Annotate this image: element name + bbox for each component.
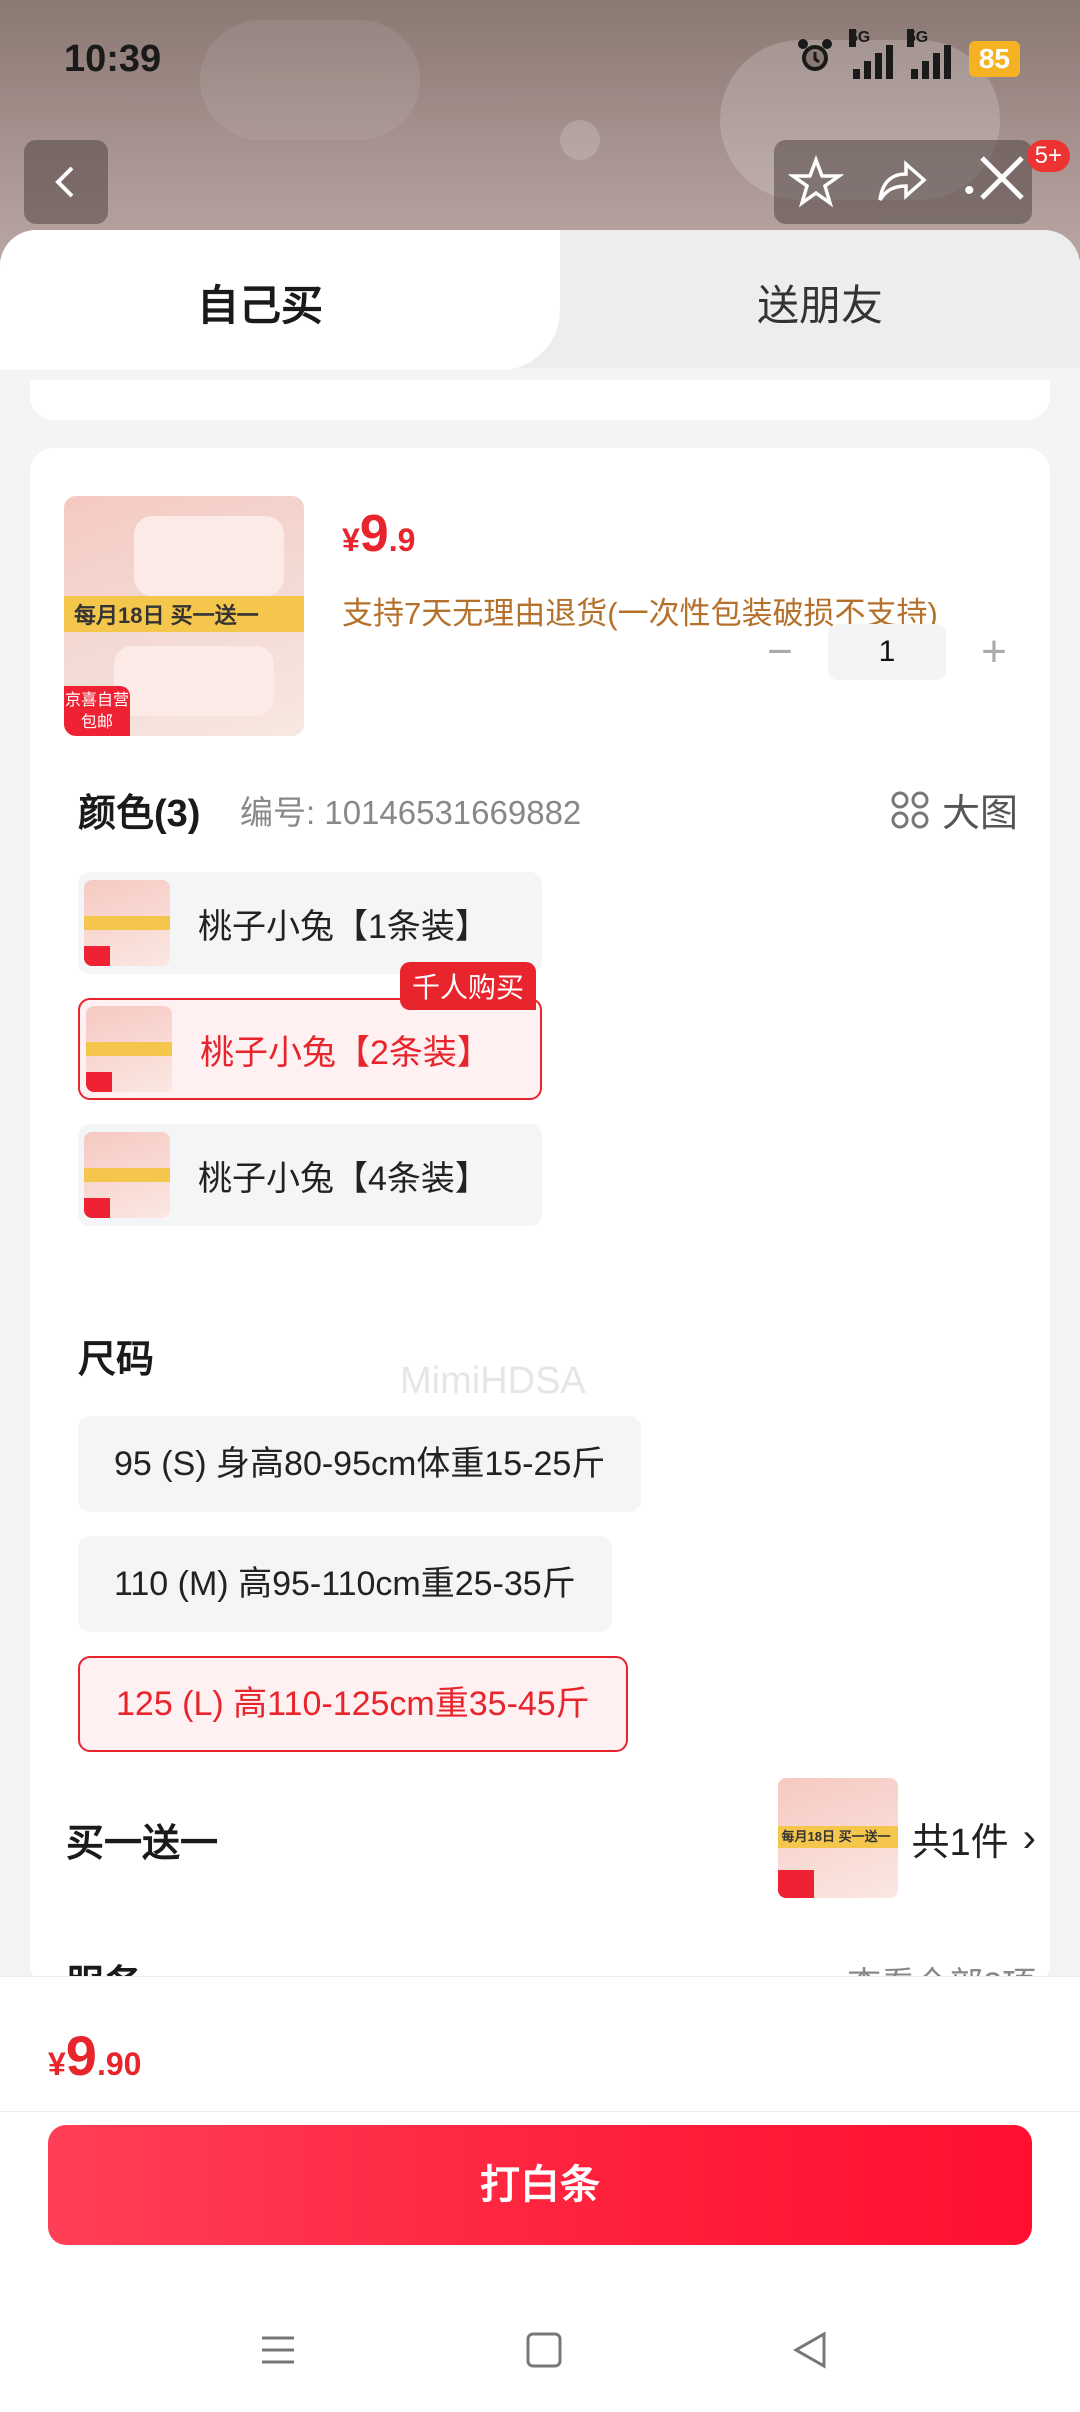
size-option-l[interactable]: 125 (L) 高110-125cm重35-45斤 [78, 1656, 628, 1752]
top-nav: • 5+ [0, 140, 1080, 230]
status-time: 10:39 [64, 38, 162, 80]
quantity-stepper: − 1 + [760, 624, 1014, 680]
option-thumbnail [84, 1132, 170, 1218]
close-icon[interactable] [972, 148, 1032, 213]
bogo-right: 每月18日 买一送一 共1件 › [777, 1778, 1036, 1898]
quantity-field[interactable]: 1 [828, 624, 946, 680]
option-label: 桃子小兔【1条装】 [198, 907, 489, 946]
gift-count: 共1件 [911, 1821, 1009, 1864]
address-strip [30, 380, 1050, 420]
tab-bar: 自己买 送朋友 [0, 230, 1080, 370]
color-title: 颜色(3) [78, 793, 201, 835]
chevron-right-icon: › [1022, 1815, 1036, 1860]
alarm-icon [795, 36, 835, 81]
color-option-1[interactable]: 桃子小兔【1条装】 [78, 872, 542, 974]
size-option-s[interactable]: 95 (S) 身高80-95cm体重15-25斤 [78, 1416, 642, 1512]
back-button[interactable] [24, 140, 108, 224]
tab-gift[interactable]: 送朋友 [560, 272, 1080, 333]
home-icon[interactable] [524, 2330, 564, 2375]
increase-button[interactable]: + [974, 627, 1014, 677]
share-icon[interactable] [874, 154, 930, 215]
grid-icon [891, 791, 929, 828]
star-icon[interactable] [787, 154, 845, 215]
menu-icon[interactable] [258, 2330, 298, 2375]
color-option-2[interactable]: 桃子小兔【2条装】 [78, 998, 542, 1100]
product-image[interactable]: 每月18日 买一送一 京喜自营 包邮 [64, 496, 304, 736]
system-navbar [0, 2290, 1080, 2410]
shipping-badge: 京喜自营 包邮 [64, 686, 130, 736]
signal-icon-2: 5G [906, 28, 951, 79]
product-card: 每月18日 买一送一 京喜自营 包邮 ¥9.9 支持7天无理由退货(一次性包装破… [30, 448, 1050, 1988]
option-label: 桃子小兔【4条装】 [198, 1159, 489, 1198]
unit-price: ¥9.9 [342, 505, 416, 563]
big-image-button[interactable]: 大图 [890, 782, 1018, 837]
sku-number: 编号: 10146531669882 [240, 794, 582, 831]
total-price: ¥9.90 [48, 2024, 142, 2087]
option-thumbnail [84, 880, 170, 966]
gift-thumbnail: 每月18日 买一送一 [777, 1778, 898, 1898]
option-thumbnail [86, 1006, 172, 1092]
promo-banner: 每月18日 买一送一 [64, 596, 304, 632]
bogo-row[interactable]: 买一送一 每月18日 买一送一 共1件 › [66, 1778, 1036, 1898]
size-title: 尺码 [78, 1339, 155, 1381]
signal-icon: 5G [848, 28, 893, 79]
battery-indicator: 85 [968, 40, 1020, 77]
back-nav-icon[interactable] [790, 2330, 830, 2375]
bogo-title: 买一送一 [66, 1823, 219, 1865]
status-icons: 5G 5G 85 [795, 28, 1020, 81]
option-label: 桃子小兔【2条装】 [200, 1033, 491, 1072]
size-option-m[interactable]: 110 (M) 高95-110cm重25-35斤 [78, 1536, 612, 1632]
notification-badge: 5+ [1026, 140, 1070, 172]
divider [0, 2111, 1080, 2112]
color-option-3[interactable]: 桃子小兔【4条装】 [78, 1124, 542, 1226]
color-header: 颜色(3) 编号: 10146531669882 大图 [78, 782, 1018, 842]
chevron-left-icon [55, 166, 74, 198]
hot-tag: 千人购买 [400, 962, 537, 1010]
status-bar: 10:39 5G 5G 85 [0, 0, 1080, 120]
decrease-button[interactable]: − [760, 627, 800, 677]
watermark: MimiHDSA [400, 1360, 586, 1402]
buy-button[interactable]: 打白条 [48, 2125, 1032, 2245]
tab-self-buy-label[interactable]: 自己买 [0, 272, 520, 333]
